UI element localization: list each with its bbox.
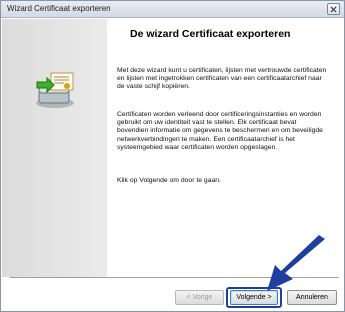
continue-paragraph: Klik op Volgende om door te gaan. [117, 177, 221, 184]
back-button[interactable]: < Vorige [175, 290, 224, 305]
wizard-side-panel [2, 19, 107, 277]
certificate-export-icon [36, 72, 74, 108]
close-icon [330, 5, 337, 13]
arrow-icon [267, 235, 325, 291]
info-paragraph: Certificaten worden verleend door certif… [117, 111, 323, 151]
title-bar: Wizard Certificaat exporteren [1, 1, 344, 18]
wizard-window: Wizard Certificaat exporteren De wizard … [0, 0, 345, 312]
window-title: Wizard Certificaat exporteren [7, 4, 111, 13]
wizard-heading: De wizard Certificaat exporteren [130, 28, 291, 40]
close-button[interactable] [327, 3, 340, 15]
intro-paragraph: Met deze wizard kunt u certificaten, lij… [117, 67, 327, 91]
